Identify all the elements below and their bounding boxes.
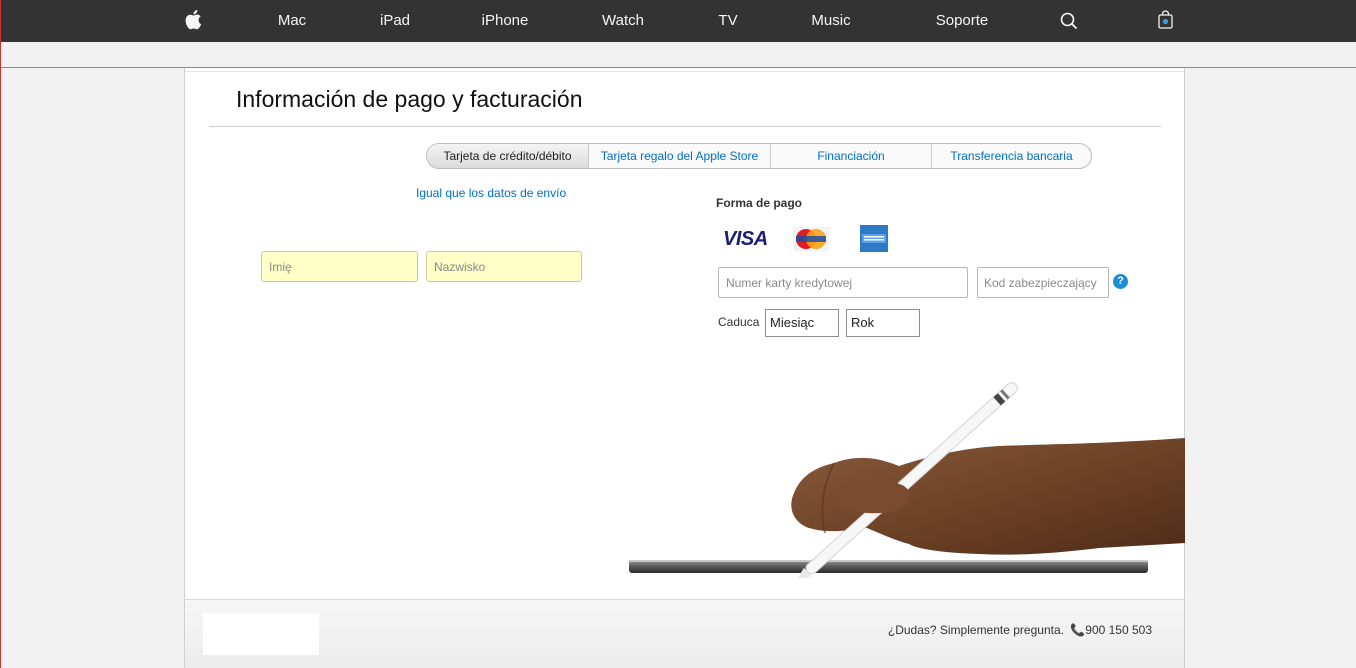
card-number-input[interactable]	[718, 267, 968, 298]
payment-method-label: Forma de pago	[716, 196, 803, 210]
footer: ¿Dudas? Simplemente pregunta. 📞900 150 5…	[184, 599, 1185, 668]
tab-bank-transfer[interactable]: Transferencia bancaria	[931, 144, 1091, 168]
nav-item-iphone[interactable]: iPhone	[471, 0, 539, 42]
footer-logo-placeholder	[203, 613, 319, 655]
nav-item-watch[interactable]: Watch	[591, 0, 655, 42]
security-code-help-icon[interactable]: ?	[1113, 274, 1128, 289]
visa-logo-text: VISA	[723, 228, 768, 250]
phone-icon: 📞	[1070, 623, 1086, 637]
sub-navigation-bar	[1, 42, 1356, 68]
title-divider	[209, 126, 1161, 127]
expiry-year-select[interactable]: Rok	[846, 309, 920, 337]
first-name-input[interactable]	[261, 251, 418, 282]
apple-logo-icon[interactable]	[184, 9, 202, 35]
same-as-shipping-link[interactable]: Igual que los datos de envío	[416, 186, 566, 200]
nav-item-mac[interactable]: Mac	[263, 0, 321, 42]
checkout-panel: Información de pago y facturación Tarjet…	[184, 68, 1185, 599]
amex-logo	[860, 225, 888, 257]
mastercard-logo	[793, 227, 829, 256]
expiry-month-select[interactable]: Miesiąc	[765, 309, 839, 337]
nav-item-ipad[interactable]: iPad	[367, 0, 423, 42]
nav-item-tv[interactable]: TV	[707, 0, 749, 42]
last-name-input[interactable]	[426, 251, 582, 282]
footer-phone-number[interactable]: 900 150 503	[1085, 623, 1152, 637]
panel-divider	[185, 71, 1184, 72]
security-code-input[interactable]	[977, 267, 1109, 298]
tab-apple-store-gift-card[interactable]: Tarjeta regalo del Apple Store	[588, 144, 770, 168]
payment-method-tabs: Tarjeta de crédito/débito Tarjeta regalo…	[426, 143, 1092, 169]
tab-financing[interactable]: Financiación	[770, 144, 931, 168]
page-title: Información de pago y facturación	[236, 86, 583, 112]
nav-item-music[interactable]: Music	[801, 0, 861, 42]
apple-pencil-illustration	[629, 358, 1185, 585]
expiry-label: Caduca	[718, 315, 760, 329]
nav-item-soporte[interactable]: Soporte	[923, 0, 1001, 42]
footer-help: ¿Dudas? Simplemente pregunta. 📞900 150 5…	[888, 623, 1152, 637]
global-nav: Mac iPad iPhone Watch TV Music Soporte	[1, 0, 1356, 42]
shopping-bag-icon[interactable]	[1158, 10, 1173, 34]
visa-logo: VISA	[723, 228, 768, 251]
tab-credit-debit-card[interactable]: Tarjeta de crédito/débito	[427, 144, 588, 168]
search-icon[interactable]	[1060, 12, 1078, 35]
footer-help-text: ¿Dudas? Simplemente pregunta.	[887, 623, 1064, 637]
